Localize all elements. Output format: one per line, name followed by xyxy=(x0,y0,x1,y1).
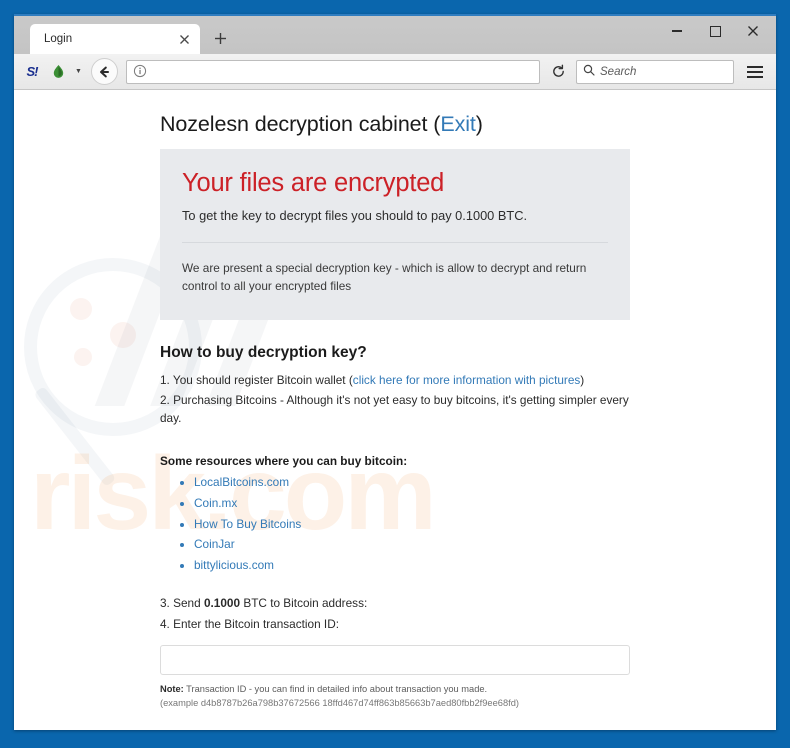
step-1-prefix: 1. You should register Bitcoin wallet ( xyxy=(160,372,353,387)
panel-divider xyxy=(182,242,608,244)
list-item[interactable]: CoinJar xyxy=(194,534,630,555)
buy-steps: 1. You should register Bitcoin wallet (c… xyxy=(160,372,630,428)
back-button[interactable] xyxy=(90,58,118,85)
search-box[interactable]: Search xyxy=(576,59,734,84)
resource-link-howtobuybitcoins[interactable]: How To Buy Bitcoins xyxy=(194,517,301,531)
maximize-button[interactable] xyxy=(696,18,734,44)
payment-steps: 3. Send 0.1000 BTC to Bitcoin address: 4… xyxy=(160,594,630,634)
chevron-down-icon[interactable]: ▼ xyxy=(75,68,82,75)
page-container: Nozelesn decryption cabinet (Exit) Your … xyxy=(160,112,630,730)
browser-tab-login[interactable]: Login xyxy=(30,24,200,54)
window-controls xyxy=(658,18,772,44)
step-3-suffix: BTC to Bitcoin address: xyxy=(240,596,368,611)
page-title: Nozelesn decryption cabinet (Exit) xyxy=(160,112,630,137)
list-item[interactable]: How To Buy Bitcoins xyxy=(194,514,630,535)
alert-heading: Your files are encrypted xyxy=(182,169,445,197)
step-3-amount: 0.1000 xyxy=(203,596,241,611)
window-frame: Login S! ▼ Search risk.com Nozelesn decr… xyxy=(0,0,790,748)
bitcoin-resources-list: LocalBitcoins.com Coin.mx How To Buy Bit… xyxy=(160,472,630,576)
list-item[interactable]: LocalBitcoins.com xyxy=(194,472,630,493)
transaction-id-note: Note: Transaction ID - you can find in d… xyxy=(160,683,630,711)
page-viewport: /// risk.com Nozelesn decryption cabinet… xyxy=(14,90,776,730)
green-drop-icon[interactable] xyxy=(48,62,68,82)
note-text: Transaction ID - you can find in detaile… xyxy=(183,683,488,694)
alert-subtext: To get the key to decrypt files you shou… xyxy=(182,208,528,223)
tab-close-icon[interactable] xyxy=(176,31,192,47)
step-1-suffix: ) xyxy=(580,372,585,387)
searchbang-label: S! xyxy=(26,64,39,79)
minimize-button[interactable] xyxy=(658,18,696,44)
step-3-prefix: 3. Send xyxy=(160,596,204,611)
page-title-suffix: ) xyxy=(475,112,483,136)
step-2: 2. Purchasing Bitcoins - Although it's n… xyxy=(160,393,629,426)
note-label: Note: xyxy=(160,683,184,694)
more-information-link[interactable]: click here for more information with pic… xyxy=(353,373,581,387)
info-icon[interactable] xyxy=(133,64,149,80)
step-3: 3. Send 0.1000 BTC to Bitcoin address: xyxy=(160,594,630,612)
reload-button[interactable] xyxy=(546,60,570,84)
navigation-toolbar: S! ▼ Search xyxy=(14,54,776,90)
step-4: 4. Enter the Bitcoin transaction ID: xyxy=(160,617,340,632)
resource-link-bittylicious[interactable]: bittylicious.com xyxy=(194,558,274,572)
alert-note: We are present a special decryption key … xyxy=(182,261,587,294)
note-example: (example d4b8787b26a798b37672566 18ffd46… xyxy=(160,697,519,708)
step-1: 1. You should register Bitcoin wallet (c… xyxy=(160,372,630,390)
resources-title: Some resources where you can buy bitcoin… xyxy=(160,453,408,468)
exit-link[interactable]: Exit xyxy=(440,112,476,136)
address-bar[interactable] xyxy=(125,59,540,84)
encrypted-alert-panel: Your files are encrypted To get the key … xyxy=(160,149,630,320)
new-tab-button[interactable] xyxy=(210,28,230,48)
tab-title: Login xyxy=(44,33,73,45)
resource-link-coinmx[interactable]: Coin.mx xyxy=(194,496,237,510)
list-item[interactable]: bittylicious.com xyxy=(194,555,630,576)
close-window-button[interactable] xyxy=(734,18,772,44)
browser-window: Login S! ▼ Search risk.com Nozelesn decr… xyxy=(14,14,776,730)
searchbang-extension-icon[interactable]: S! xyxy=(22,62,42,82)
search-placeholder: Search xyxy=(600,65,637,78)
hamburger-menu-icon[interactable] xyxy=(742,60,768,84)
page-title-prefix: Nozelesn decryption cabinet ( xyxy=(160,112,441,136)
transaction-id-input[interactable] xyxy=(160,644,630,675)
search-icon xyxy=(583,63,595,81)
section-title-how-to-buy: How to buy decryption key? xyxy=(160,343,367,361)
list-item[interactable]: Coin.mx xyxy=(194,493,630,514)
ransom-page: Nozelesn decryption cabinet (Exit) Your … xyxy=(14,90,776,730)
tab-strip: Login xyxy=(14,14,776,54)
resource-link-localbitcoins[interactable]: LocalBitcoins.com xyxy=(194,475,289,489)
resource-link-coinjar[interactable]: CoinJar xyxy=(194,537,235,551)
